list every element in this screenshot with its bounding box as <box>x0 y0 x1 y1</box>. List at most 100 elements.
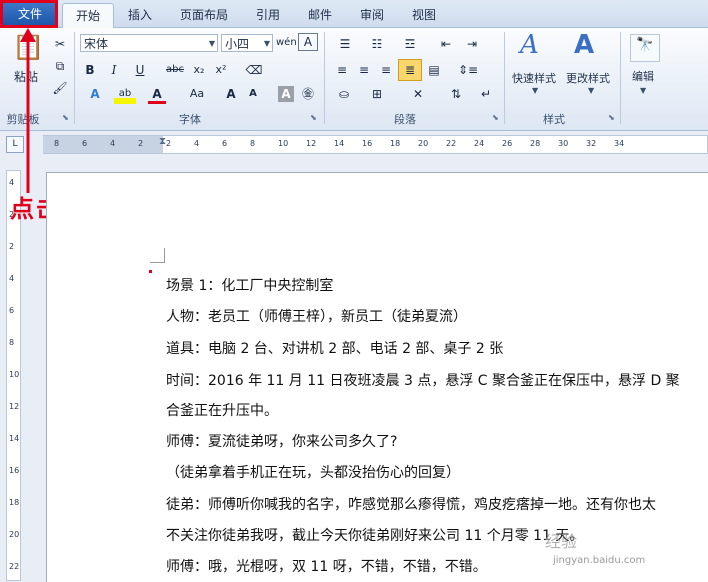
ruler-tick-label: 16 <box>362 139 373 148</box>
tab-page-layout[interactable]: 页面布局 <box>168 3 240 27</box>
font-launcher-icon[interactable]: ⬊ <box>310 113 317 122</box>
margin-corner-mark <box>150 248 165 263</box>
clear-formatting-icon[interactable]: ⌫ <box>244 60 264 80</box>
bullets-icon[interactable]: ☰ <box>332 34 358 54</box>
align-left-icon[interactable]: ≡ <box>332 60 352 80</box>
doc-line: （徒弟拿着手机正在玩，头都没抬伤心的回复） <box>166 465 460 481</box>
justify-icon[interactable]: ≣ <box>398 59 422 81</box>
styles-group-label: 样式 <box>543 113 565 126</box>
multilevel-list-icon[interactable]: ☲ <box>396 34 424 54</box>
find-binoculars-icon[interactable]: 🔭 <box>630 34 660 62</box>
annotation-arrow <box>20 28 36 193</box>
shading-icon[interactable]: ⛀ <box>332 84 356 104</box>
editing-button[interactable]: 编辑 <box>632 68 654 84</box>
doc-line: 合釜正在升压中。 <box>166 403 278 419</box>
sort-icon[interactable]: ⇅ <box>446 84 466 104</box>
change-case-icon[interactable]: Aa <box>184 84 210 104</box>
enclose-characters-icon[interactable]: ㊎ <box>299 84 317 104</box>
character-shading-icon[interactable]: A <box>278 86 294 102</box>
font-size-value: 小四 <box>225 37 250 51</box>
group-divider <box>74 32 75 124</box>
tab-review[interactable]: 审阅 <box>348 3 396 27</box>
change-styles-button[interactable]: 更改样式 <box>566 70 610 86</box>
doc-line: 不关注你徒弟我呀，截止今天你徒弟刚好来公司 11 个月零 11 天。 <box>166 528 584 544</box>
vertical-ruler-tick-label: 18 <box>9 498 20 507</box>
editing-dropdown-icon[interactable]: ▼ <box>640 86 646 95</box>
vertical-ruler-tick-label: 16 <box>9 466 20 475</box>
cut-icon[interactable]: ✂ <box>50 34 70 54</box>
paragraph-group-label: 段落 <box>394 113 416 126</box>
doc-line: 场景 1：化工厂中央控制室 <box>166 278 334 294</box>
ruler-tick-label: 26 <box>502 139 513 148</box>
underline-icon[interactable]: U <box>130 60 150 80</box>
change-styles-dropdown-icon[interactable]: ▼ <box>588 86 594 95</box>
ruler-tick-label: 30 <box>558 139 569 148</box>
font-name-value: 宋体 <box>84 37 109 51</box>
clipboard-launcher-icon[interactable]: ⬊ <box>62 113 69 122</box>
quick-styles-icon[interactable]: A <box>520 30 539 60</box>
vertical-ruler-tick-label: 4 <box>9 178 15 187</box>
line-spacing-icon[interactable]: ⇕≡ <box>454 60 482 80</box>
decrease-indent-icon[interactable]: ⇤ <box>436 34 456 54</box>
ruler-tick-label: 8 <box>250 139 256 148</box>
character-border-icon[interactable]: A <box>298 33 318 51</box>
change-styles-icon[interactable]: A <box>574 30 594 60</box>
tab-references[interactable]: 引用 <box>244 3 292 27</box>
ruler-left-margin <box>43 136 163 153</box>
font-name-combo[interactable]: 宋体 ▼ <box>80 34 218 52</box>
highlight-icon[interactable]: ab <box>114 84 136 104</box>
tab-insert[interactable]: 插入 <box>116 3 164 27</box>
ruler-tick-label: 20 <box>418 139 429 148</box>
phonetic-guide-icon[interactable]: wén <box>276 33 297 53</box>
format-painter-icon[interactable]: 🖌 <box>50 78 70 98</box>
indent-marker-icon[interactable]: ⧗ <box>159 136 166 147</box>
chinese-layout-icon[interactable]: ✕ <box>404 84 432 104</box>
doc-line: 师傅：哦，光棍呀，双 11 呀，不错，不错，不错。 <box>166 559 487 575</box>
tab-mailings[interactable]: 邮件 <box>296 3 344 27</box>
distributed-icon[interactable]: ▤ <box>424 60 444 80</box>
ruler-tick-label: 2 <box>138 139 144 148</box>
quick-styles-button[interactable]: 快速样式 <box>512 70 556 86</box>
vertical-ruler-tick-label: 14 <box>9 434 20 443</box>
italic-icon[interactable]: I <box>106 60 122 80</box>
tab-home[interactable]: 开始 <box>62 3 114 29</box>
file-tab-highlight-box <box>0 0 58 28</box>
ruler-tick-label: 32 <box>586 139 597 148</box>
group-divider <box>324 32 325 124</box>
copy-icon[interactable]: ⧉ <box>50 56 70 76</box>
increase-indent-icon[interactable]: ⇥ <box>462 34 482 54</box>
strikethrough-icon[interactable]: abc <box>164 60 186 80</box>
quick-styles-dropdown-icon[interactable]: ▼ <box>532 86 538 95</box>
ruler-tick-label: 10 <box>278 139 289 148</box>
doc-line: 师傅：夏流徒弟呀，你来公司多久了? <box>166 434 398 450</box>
font-color-icon[interactable]: A <box>148 84 166 104</box>
grow-font-icon[interactable]: A <box>222 84 240 104</box>
vertical-ruler-tick-label: 2 <box>9 242 15 251</box>
bold-icon[interactable]: B <box>82 60 98 80</box>
vertical-ruler-tick-label: 22 <box>9 562 20 571</box>
ruler-tick-label: 18 <box>390 139 401 148</box>
superscript-icon[interactable]: x² <box>212 60 230 80</box>
align-center-icon[interactable]: ≡ <box>354 60 374 80</box>
vertical-ruler-tick-label: 6 <box>9 306 15 315</box>
ruler-tick-label: 34 <box>614 139 625 148</box>
shrink-font-icon[interactable]: A <box>244 84 262 104</box>
align-right-icon[interactable]: ≡ <box>376 60 396 80</box>
tab-view[interactable]: 视图 <box>400 3 448 27</box>
borders-icon[interactable]: ⊞ <box>364 84 390 104</box>
ribbon: 📋 粘贴 ✂ ⧉ 🖌 剪贴板 ⬊ 宋体 ▼ 小四 ▼ wén A B I U abc… <box>0 28 708 131</box>
group-divider <box>504 32 505 124</box>
ruler-tick-label: 4 <box>110 139 116 148</box>
text-effects-icon[interactable]: A <box>84 84 106 104</box>
vertical-ruler-tick-label: 12 <box>9 402 20 411</box>
numbering-icon[interactable]: ☷ <box>364 34 390 54</box>
show-marks-icon[interactable]: ↵ <box>478 84 494 104</box>
paragraph-launcher-icon[interactable]: ⬊ <box>492 113 499 122</box>
subscript-icon[interactable]: x₂ <box>190 60 208 80</box>
ruler-tick-label: 8 <box>54 139 60 148</box>
ruler-tick-label: 4 <box>194 139 200 148</box>
ruler-tick-label: 24 <box>474 139 485 148</box>
doc-line: 人物：老员工（师傅王梓），新员工（徒弟夏流） <box>166 309 467 325</box>
font-size-combo[interactable]: 小四 ▼ <box>221 34 273 52</box>
styles-launcher-icon[interactable]: ⬊ <box>608 113 615 122</box>
